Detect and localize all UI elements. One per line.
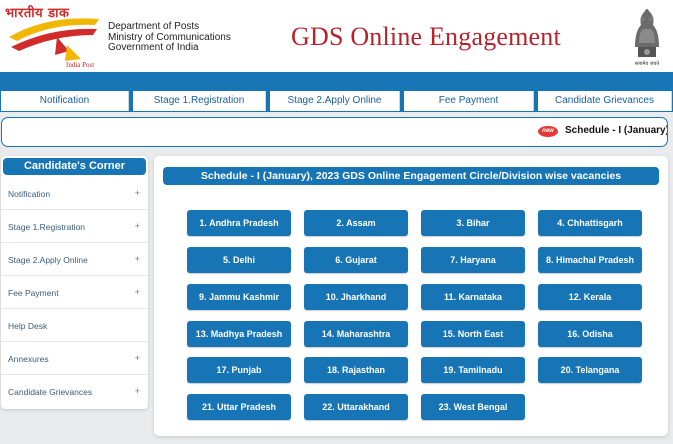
- state-button-andhra-pradesh[interactable]: 1. Andhra Pradesh: [187, 210, 291, 236]
- sidebar-item-label: Fee Payment: [8, 288, 59, 298]
- state-button-uttarakhand[interactable]: 22. Uttarakhand: [304, 394, 408, 420]
- page-title: GDS Online Engagement: [291, 22, 561, 51]
- vacancies-panel: Schedule - I (January), 2023 GDS Online …: [154, 156, 668, 436]
- expand-icon: +: [134, 287, 140, 297]
- sidebar-item-label: Notification: [8, 189, 51, 199]
- nav-notification[interactable]: Notification: [1, 91, 129, 111]
- emblem-caption: सत्यमेव जयते: [634, 61, 660, 67]
- state-button-uttar-pradesh[interactable]: 21. Uttar Pradesh: [187, 394, 291, 420]
- header-band: [0, 72, 673, 90]
- expand-icon: +: [134, 353, 140, 363]
- state-button-punjab[interactable]: 17. Punjab: [187, 357, 291, 383]
- news-ticker[interactable]: new Schedule - I (January), 2: [1, 117, 668, 147]
- sidebar-item-label: Help Desk: [8, 321, 48, 331]
- org-line-government: Government of India: [108, 42, 199, 53]
- hindi-logo-text: भारतीय डाक: [5, 6, 70, 21]
- org-line-department: Department of Posts: [108, 21, 200, 32]
- india-post-logo[interactable]: भारतीय डाक India Post: [3, 3, 103, 71]
- state-button-bihar[interactable]: 3. Bihar: [421, 210, 525, 236]
- sidebar-item-annexures[interactable]: Annexures +: [1, 342, 148, 375]
- sidebar-item-label: Candidate Grievances: [8, 387, 93, 397]
- state-button-rajasthan[interactable]: 18. Rajasthan: [304, 357, 408, 383]
- state-button-madhya-pradesh[interactable]: 13. Madhya Pradesh: [187, 321, 291, 347]
- sidebar-item-candidate-grievances[interactable]: Candidate Grievances +: [1, 375, 148, 408]
- sidebar-item-help-desk[interactable]: Help Desk: [1, 309, 148, 342]
- organisation-name: Department of Posts Ministry of Communic…: [108, 21, 231, 54]
- logo-caption: India Post: [66, 61, 95, 69]
- state-button-odisha[interactable]: 16. Odisha: [538, 321, 642, 347]
- state-button-north-east[interactable]: 15. North East: [421, 321, 525, 347]
- nav-stage1-registration[interactable]: Stage 1.Registration: [133, 91, 266, 111]
- sidebar-item-label: Stage 1.Registration: [8, 222, 86, 232]
- state-button-west-bengal[interactable]: 23. West Bengal: [421, 394, 525, 420]
- sidebar-item-label: Annexures: [8, 354, 49, 364]
- vacancies-heading: Schedule - I (January), 2023 GDS Online …: [163, 167, 659, 185]
- state-button-assam[interactable]: 2. Assam: [304, 210, 408, 236]
- state-button-telangana[interactable]: 20. Telangana: [538, 357, 642, 383]
- state-button-delhi[interactable]: 5. Delhi: [187, 247, 291, 273]
- expand-icon: +: [134, 188, 140, 198]
- state-button-haryana[interactable]: 7. Haryana: [421, 247, 525, 273]
- state-button-himachal-pradesh[interactable]: 8. Himachal Pradesh: [538, 247, 642, 273]
- nav-fee-payment[interactable]: Fee Payment: [404, 91, 534, 111]
- nav-stage2-apply-online[interactable]: Stage 2.Apply Online: [270, 91, 400, 111]
- new-badge: new: [538, 126, 558, 137]
- sidebar-item-stage2-apply-online[interactable]: Stage 2.Apply Online +: [1, 243, 148, 276]
- sidebar-item-fee-payment[interactable]: Fee Payment +: [1, 276, 148, 309]
- expand-icon: +: [134, 386, 140, 396]
- state-button-karnataka[interactable]: 11. Karnataka: [421, 284, 525, 310]
- expand-icon: +: [134, 254, 140, 264]
- expand-icon: +: [134, 221, 140, 231]
- state-button-maharashtra[interactable]: 14. Maharashtra: [304, 321, 408, 347]
- main-nav: Notification Stage 1.Registration Stage …: [0, 90, 673, 112]
- state-button-jammu-kashmir[interactable]: 9. Jammu Kashmir: [187, 284, 291, 310]
- state-button-jharkhand[interactable]: 10. Jharkhand: [304, 284, 408, 310]
- sidebar-item-stage1-registration[interactable]: Stage 1.Registration +: [1, 210, 148, 243]
- candidates-corner: Candidate's Corner Notification + Stage …: [1, 156, 148, 409]
- sidebar-item-label: Stage 2.Apply Online: [8, 255, 88, 265]
- site-header: भारतीय डाक India Post Department of Post…: [0, 0, 673, 72]
- sidebar-item-notification[interactable]: Notification +: [1, 177, 148, 210]
- national-emblem: सत्यमेव जयते: [627, 3, 667, 69]
- ashoka-emblem-icon: [635, 9, 659, 57]
- state-button-chhattisgarh[interactable]: 4. Chhattisgarh: [538, 210, 642, 236]
- state-button-kerala[interactable]: 12. Kerala: [538, 284, 642, 310]
- state-button-tamilnadu[interactable]: 19. Tamilnadu: [421, 357, 525, 383]
- nav-candidate-grievances[interactable]: Candidate Grievances: [538, 91, 672, 111]
- state-button-gujarat[interactable]: 6. Gujarat: [304, 247, 408, 273]
- ticker-text[interactable]: Schedule - I (January), 2: [565, 125, 667, 136]
- sidebar-title: Candidate's Corner: [3, 158, 146, 175]
